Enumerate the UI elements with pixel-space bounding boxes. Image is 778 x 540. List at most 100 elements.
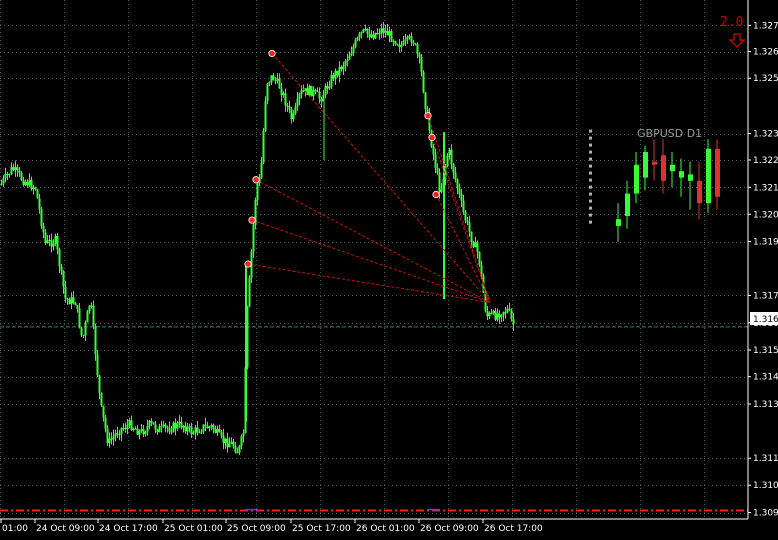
price-body-207 — [206, 425, 209, 429]
price-body-477 — [476, 242, 479, 252]
price-body-39 — [38, 198, 41, 210]
price-body-451 — [450, 149, 453, 165]
price-chart[interactable]: GBPUSD D1 2.0 1.327 1.326 1.325 1.323 1.322 1… — [0, 0, 778, 540]
price-body-169 — [168, 428, 171, 432]
inset-scale-dot-0 — [589, 129, 592, 133]
price-body-407 — [406, 36, 409, 40]
price-body-469 — [468, 222, 471, 232]
price-body-461 — [460, 194, 463, 201]
price-body-257 — [256, 183, 259, 200]
price-body-97 — [96, 354, 99, 376]
price-body-503 — [502, 311, 505, 316]
price-body-61 — [60, 266, 63, 271]
price-body-193 — [192, 433, 195, 435]
y-tick-label-0: 1.327 — [753, 21, 778, 31]
price-body-489 — [488, 313, 491, 317]
price-body-159 — [158, 426, 161, 433]
price-body-273 — [272, 75, 275, 81]
price-body-41 — [40, 209, 43, 226]
price-body-281 — [280, 88, 283, 96]
price-body-147 — [146, 425, 149, 432]
price-body-379 — [378, 33, 381, 35]
price-body-111 — [110, 438, 113, 440]
price-body-323 — [322, 94, 325, 102]
x-tick-label-8: 26 Oct 17:00 — [484, 524, 543, 534]
price-body-237 — [236, 452, 239, 454]
price-body-123 — [122, 427, 125, 429]
price-body-189 — [188, 426, 191, 428]
price-body-337 — [336, 70, 339, 76]
price-body-313 — [312, 90, 315, 97]
price-body-291 — [290, 109, 293, 120]
price-body-19 — [18, 170, 21, 174]
price-body-329 — [328, 86, 331, 89]
price-body-413 — [412, 42, 415, 44]
price-body-71 — [70, 297, 73, 305]
price-body-293 — [292, 113, 295, 120]
price-body-167 — [166, 427, 169, 429]
price-body-177 — [176, 423, 179, 429]
price-body-297 — [296, 98, 299, 107]
signal-marker-1 — [424, 112, 432, 120]
price-body-89 — [88, 305, 91, 312]
price-body-457 — [456, 179, 459, 189]
price-body-409 — [408, 36, 411, 38]
price-body-155 — [154, 424, 157, 430]
price-body-1 — [0, 183, 3, 186]
price-body-25 — [24, 181, 27, 185]
inset-scale-dot-2 — [589, 143, 592, 147]
price-body-369 — [368, 33, 371, 38]
price-body-467 — [466, 220, 469, 223]
price-body-157 — [156, 429, 159, 433]
price-body-459 — [458, 188, 461, 195]
price-body-191 — [190, 426, 193, 435]
price-body-423 — [422, 71, 425, 93]
price-body-45 — [44, 232, 47, 243]
inset-title: GBPUSD D1 — [637, 127, 702, 140]
price-body-305 — [304, 88, 307, 92]
price-body-129 — [128, 420, 131, 426]
price-body-435 — [434, 154, 437, 169]
price-body-163 — [162, 424, 165, 426]
price-body-325 — [324, 85, 327, 95]
inset-candle-body-9 — [697, 180, 702, 204]
inset-scale-dot-3 — [589, 150, 592, 154]
price-body-441 — [440, 189, 443, 193]
price-body-173 — [172, 422, 175, 432]
price-body-267 — [266, 83, 269, 102]
price-body-105 — [104, 417, 107, 429]
price-body-37 — [36, 189, 39, 199]
price-body-161 — [160, 425, 163, 427]
price-body-13 — [12, 167, 15, 171]
inset-candle-body-11 — [715, 148, 720, 197]
x-tick-label-4: 25 Oct 09:00 — [227, 524, 286, 534]
price-body-35 — [34, 187, 37, 190]
inset-scale-dot-7 — [589, 178, 592, 182]
price-body-389 — [388, 31, 391, 36]
dashed-level-line — [0, 508, 748, 512]
y-tick-label-14: 1.310 — [753, 481, 778, 491]
inset-scale-dot-4 — [589, 157, 592, 161]
inset-scale-dot-8 — [589, 185, 592, 189]
price-body-447 — [446, 155, 449, 167]
price-body-433 — [432, 146, 435, 155]
inset-candle-body-0 — [616, 219, 621, 226]
inset-scale-dot-13 — [589, 220, 592, 224]
price-body-185 — [184, 425, 187, 432]
price-body-205 — [204, 424, 207, 426]
inset-scale-dot-12 — [589, 213, 592, 217]
inset-candle-body-7 — [679, 171, 684, 178]
price-body-93 — [92, 305, 95, 326]
price-body-471 — [470, 231, 473, 242]
price-body-73 — [72, 297, 75, 303]
inset-candle-body-3 — [643, 152, 648, 178]
price-body-213 — [212, 425, 215, 430]
current-price-label: 1.316 — [753, 315, 778, 325]
price-body-417 — [416, 44, 419, 54]
price-body-455 — [454, 172, 457, 180]
price-body-187 — [186, 426, 189, 432]
x-tick-label-5: 25 Oct 17:00 — [292, 524, 351, 534]
price-body-49 — [48, 240, 51, 242]
price-body-7 — [6, 173, 9, 175]
inset-scale-dot-11 — [589, 206, 592, 210]
